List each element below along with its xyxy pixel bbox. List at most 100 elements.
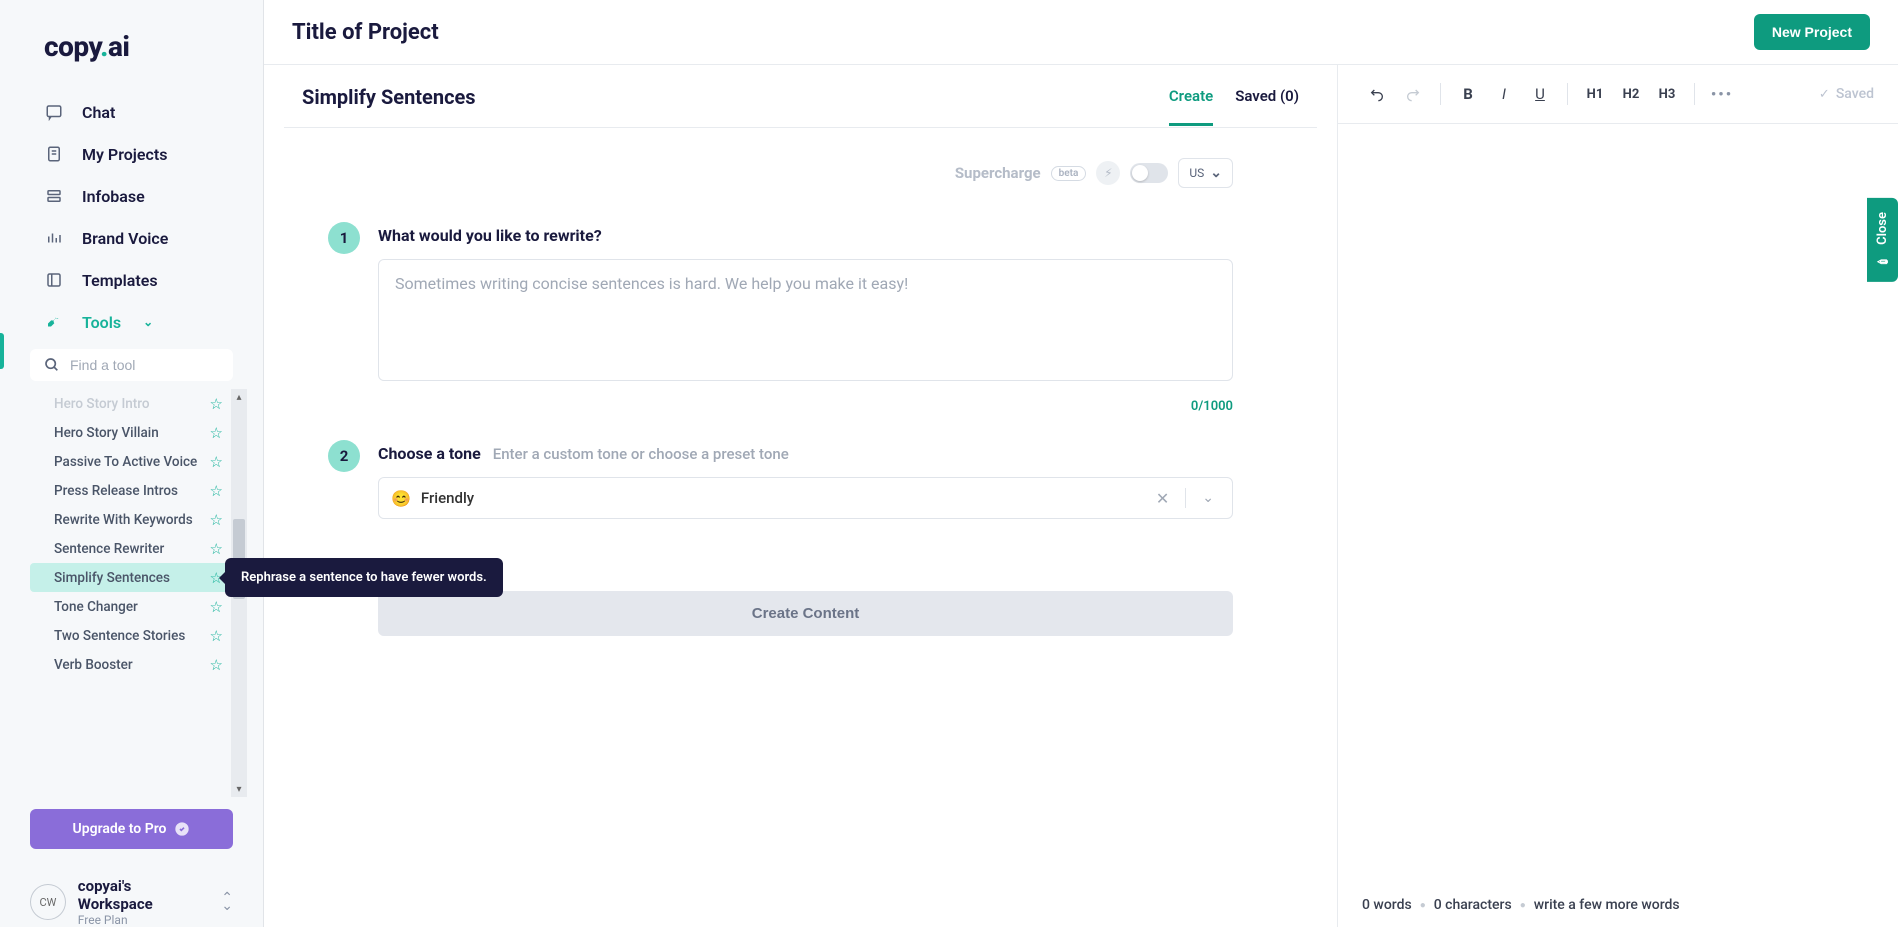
star-icon[interactable]: ☆ [210, 656, 223, 674]
nav-projects[interactable]: My Projects [30, 133, 233, 175]
tone-value: Friendly [421, 489, 1140, 507]
document-icon [44, 144, 64, 164]
tooltip: Rephrase a sentence to have fewer words. [225, 558, 503, 597]
bolt-icon: ⚡︎ [1096, 161, 1120, 185]
topbar: Title of Project New Project [264, 0, 1898, 65]
char-count: 0/1000 [328, 399, 1233, 414]
tone-select[interactable]: 😊 Friendly ✕ ⌄ [378, 477, 1233, 519]
clear-tone-icon[interactable]: ✕ [1150, 489, 1175, 508]
sidebar: copy.ai Chat My Projects Infobase Brand … [0, 0, 264, 927]
h2-button[interactable]: H2 [1616, 79, 1646, 109]
scroll-down-icon[interactable]: ▾ [231, 781, 247, 797]
tool-item-two-sentence[interactable]: Two Sentence Stories☆ [30, 621, 247, 650]
more-button[interactable]: ••• [1707, 79, 1737, 109]
nav-templates-label: Templates [82, 271, 158, 290]
step-1-label: What would you like to rewrite? [378, 222, 1233, 245]
step-1-badge: 1 [328, 222, 360, 254]
undo-button[interactable] [1362, 79, 1392, 109]
close-panel-button[interactable]: ✏ Close [1867, 198, 1898, 282]
star-icon[interactable]: ☆ [210, 395, 223, 413]
step-2-hint: Enter a custom tone or choose a preset t… [493, 445, 789, 463]
nav-tools-label: Tools [82, 313, 121, 332]
lang-label: US [1189, 166, 1204, 180]
logo: copy.ai [0, 0, 263, 91]
language-select[interactable]: US ⌄ [1178, 158, 1233, 188]
supercharge-toggle[interactable] [1130, 163, 1168, 183]
tool-item-simplify-sentences[interactable]: Simplify Sentences☆ [30, 563, 247, 592]
beta-badge: beta [1051, 166, 1087, 181]
star-icon[interactable]: ☆ [210, 627, 223, 645]
tab-create[interactable]: Create [1169, 87, 1213, 126]
editor-toolbar: B I U H1 H2 H3 ••• ✓ Saved [1338, 65, 1898, 124]
tool-item-passive-active[interactable]: Passive To Active Voice☆ [30, 447, 247, 476]
tool-search[interactable] [30, 349, 233, 381]
tool-item-rewrite-keywords[interactable]: Rewrite With Keywords☆ [30, 505, 247, 534]
upgrade-label: Upgrade to Pro [73, 821, 167, 837]
tool-item-sentence-rewriter[interactable]: Sentence Rewriter☆ [30, 534, 247, 563]
workspace-switcher[interactable]: CW copyai's Workspace Free Plan ⌃⌄ [0, 861, 263, 927]
nav-projects-label: My Projects [82, 145, 167, 164]
tab-saved[interactable]: Saved (0) [1235, 87, 1299, 126]
nav-tools[interactable]: Tools ⌄ [30, 301, 233, 343]
nav-brandvoice[interactable]: Brand Voice [30, 217, 233, 259]
saved-indicator: ✓ Saved [1819, 86, 1874, 102]
close-label: Close [1875, 212, 1890, 245]
star-icon[interactable]: ☆ [210, 511, 223, 529]
step-2-badge: 2 [328, 440, 360, 472]
star-icon[interactable]: ☆ [210, 598, 223, 616]
bold-button[interactable]: B [1453, 79, 1483, 109]
star-icon[interactable]: ☆ [210, 540, 223, 558]
tone-emoji-icon: 😊 [391, 489, 411, 508]
char-count-footer: 0 characters [1434, 897, 1512, 913]
template-icon [44, 270, 64, 290]
database-icon [44, 186, 64, 206]
nav-brandvoice-label: Brand Voice [82, 229, 168, 248]
nav-infobase-label: Infobase [82, 187, 145, 206]
new-project-button[interactable]: New Project [1754, 14, 1870, 50]
check-icon: ✓ [1819, 87, 1830, 102]
supercharge-label: Supercharge [955, 164, 1041, 182]
chat-icon [44, 102, 64, 122]
footer-hint: write a few more words [1534, 897, 1680, 913]
pencil-icon: ✏ [1875, 253, 1890, 268]
tool-item-tone-changer[interactable]: Tone Changer☆ [30, 592, 247, 621]
h3-button[interactable]: H3 [1652, 79, 1682, 109]
scroll-up-icon[interactable]: ▴ [231, 389, 247, 405]
workspace-plan: Free Plan [78, 913, 209, 927]
editor-footer: 0 words ● 0 characters ● write a few mor… [1338, 883, 1898, 927]
bars-icon [44, 228, 64, 248]
italic-button[interactable]: I [1489, 79, 1519, 109]
project-title[interactable]: Title of Project [292, 20, 439, 45]
search-icon [44, 357, 60, 373]
tool-list: Hero Story Intro☆ Hero Story Villain☆ Pa… [30, 389, 247, 679]
h1-button[interactable]: H1 [1580, 79, 1610, 109]
word-count: 0 words [1362, 897, 1412, 913]
chevron-down-icon: ⌄ [143, 315, 153, 329]
tool-search-input[interactable] [70, 357, 219, 373]
star-icon[interactable]: ☆ [210, 424, 223, 442]
tool-item-hero-intro[interactable]: Hero Story Intro☆ [30, 389, 247, 418]
rewrite-input[interactable] [378, 259, 1233, 381]
editor-body[interactable] [1338, 124, 1898, 883]
nav-templates[interactable]: Templates [30, 259, 233, 301]
nav-infobase[interactable]: Infobase [30, 175, 233, 217]
tool-title: Simplify Sentences [302, 85, 476, 127]
star-icon[interactable]: ☆ [210, 482, 223, 500]
wrench-icon [44, 312, 64, 332]
avatar: CW [30, 884, 66, 920]
chevron-down-icon[interactable]: ⌄ [1196, 490, 1220, 506]
tool-item-press-release[interactable]: Press Release Intros☆ [30, 476, 247, 505]
upgrade-button[interactable]: Upgrade to Pro [30, 809, 233, 849]
badge-icon [174, 821, 190, 837]
nav-chat-label: Chat [82, 103, 115, 122]
nav-chat[interactable]: Chat [30, 91, 233, 133]
underline-button[interactable]: U [1525, 79, 1555, 109]
workspace-name: copyai's Workspace [78, 877, 209, 913]
active-indicator [0, 333, 4, 369]
redo-button[interactable] [1398, 79, 1428, 109]
tool-item-hero-villain[interactable]: Hero Story Villain☆ [30, 418, 247, 447]
tool-item-verb-booster[interactable]: Verb Booster☆ [30, 650, 247, 679]
create-content-button[interactable]: Create Content [378, 591, 1233, 636]
chevron-down-icon: ⌄ [1210, 165, 1222, 181]
star-icon[interactable]: ☆ [210, 453, 223, 471]
